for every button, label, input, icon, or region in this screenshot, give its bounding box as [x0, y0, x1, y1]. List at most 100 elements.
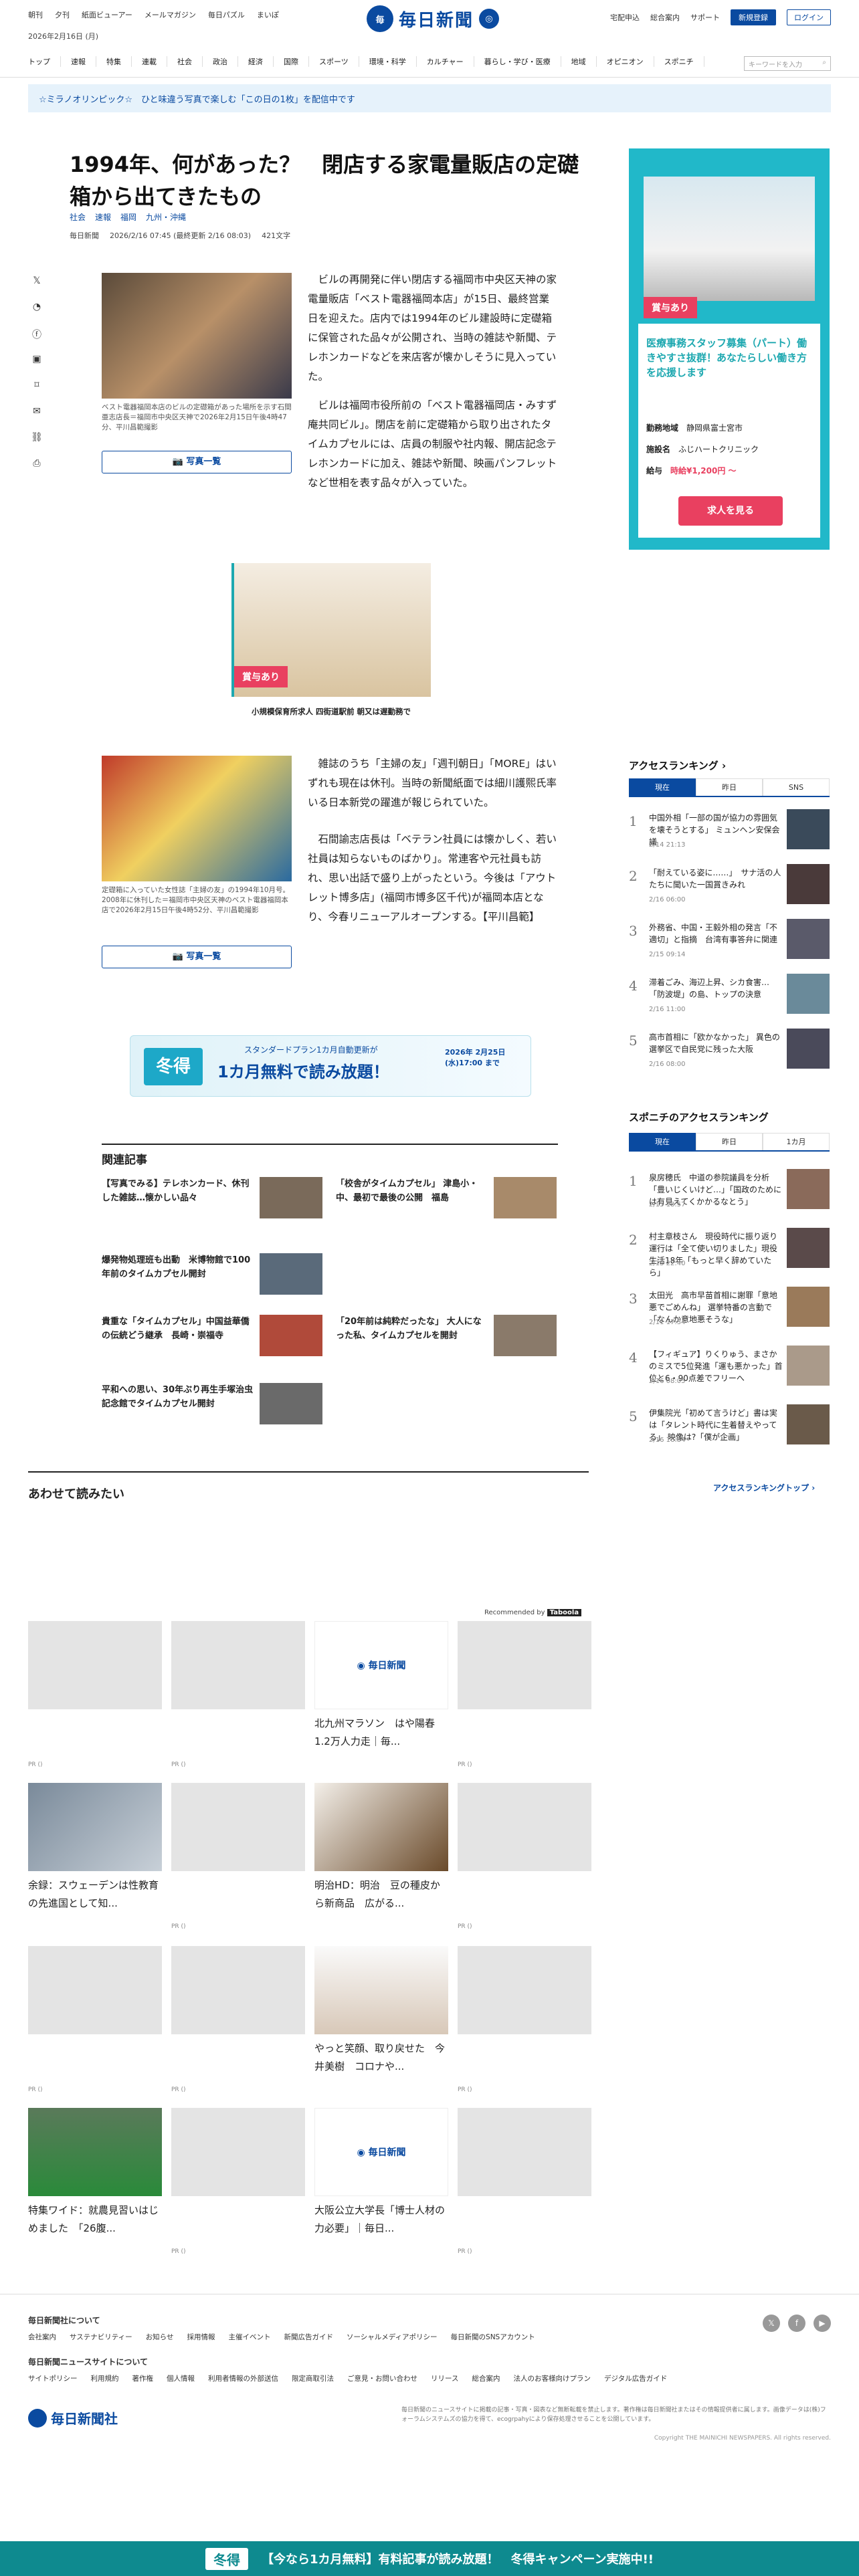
tag[interactable]: 福岡 [120, 211, 136, 223]
link-puzzle[interactable]: 毎日パズル [208, 11, 245, 19]
footer-link[interactable]: 利用規約 [91, 2373, 119, 2383]
ranking-heading[interactable]: アクセスランキング › [629, 758, 726, 772]
related-item[interactable]: 【写真でみる】テレホンカード、休刊した雑誌…懐かしい品々 [102, 1177, 322, 1224]
site-logo[interactable]: 毎 毎日新聞 ◎ [367, 5, 500, 32]
recommend-card[interactable]: PR () [171, 1946, 305, 2093]
x-share-icon[interactable]: 𝕏 [28, 276, 45, 290]
recommend-card[interactable]: PR () [171, 1783, 305, 1930]
youtube-icon[interactable]: ▶ [814, 2315, 831, 2332]
sponichi-item[interactable]: 3 太田光 高市早苗首相に謝罪「意地悪でごめんね」 選挙特番の言動で「なんか意地悪… [629, 1287, 830, 1332]
article-photo-2[interactable] [102, 756, 292, 881]
facebook-icon[interactable]: f [788, 2315, 805, 2332]
footer-link[interactable]: 毎日新聞のSNSアカウント [451, 2332, 535, 2342]
footer-link[interactable]: お知らせ [146, 2332, 174, 2342]
ranking-item[interactable]: 1 中国外相「一部の国が協力の雰囲気を壊そうとする」 ミュンヘン安保会議 2/14 … [629, 809, 830, 855]
tag[interactable]: 九州・沖縄 [146, 211, 186, 223]
recommend-card[interactable]: PR () [458, 1946, 591, 2093]
recommend-card[interactable]: PR () [28, 1621, 162, 1768]
nav-item[interactable]: トップ [28, 56, 61, 67]
recommend-card[interactable]: ◉ 毎日新聞 北九州マラソン はや陽春 1.2万人力走｜毎... [314, 1621, 448, 1751]
nav-item[interactable]: 連載 [132, 56, 167, 67]
recommend-card[interactable]: ◉ 毎日新聞 大阪公立大学長「博士人材の力必要」｜毎日... [314, 2108, 448, 2238]
nav-item[interactable]: 暮らし・学び・医療 [474, 56, 561, 67]
link-maipo[interactable]: まいぽ [257, 11, 279, 19]
related-item[interactable]: 「20年前は純粋だったな」 大人になった私、タイムカプセルを開封 [336, 1315, 557, 1362]
nav-item[interactable]: 環境・科学 [359, 56, 417, 67]
link-evening[interactable]: 夕刊 [55, 11, 70, 19]
link-mail[interactable]: メールマガジン [145, 11, 196, 19]
link-delivery[interactable]: 宅配申込 [610, 12, 640, 23]
footer-link[interactable]: サイトポリシー [28, 2373, 78, 2383]
recommend-card[interactable]: PR () [171, 1621, 305, 1768]
signup-button[interactable]: 新規登録 [731, 9, 776, 25]
related-item[interactable]: 爆発物処理班も出動 米博物館で100年前のタイムカプセル開封 [102, 1253, 322, 1300]
recommend-card[interactable]: 余録：スウェーデンは性教育の先進国として知... [28, 1783, 162, 1913]
nav-item[interactable]: 特集 [96, 56, 132, 67]
footer-link[interactable]: 採用情報 [187, 2332, 215, 2342]
footer-logo[interactable]: 毎日新聞社 [28, 2408, 118, 2428]
tab-yesterday[interactable]: 昨日 [696, 778, 763, 796]
hatena-icon[interactable]: ▣ [28, 354, 45, 368]
facebook-icon[interactable]: ⓕ [28, 328, 45, 342]
tab-sns[interactable]: SNS [763, 778, 830, 796]
comment-icon[interactable]: ◔ [28, 302, 45, 316]
link-viewer[interactable]: 紙面ビューアー [82, 11, 132, 19]
related-item[interactable]: 貴重な「タイムカプセル」中国益華僑の伝統どう継承 長崎・崇福寺 [102, 1315, 322, 1362]
side-job-ad[interactable]: 賞与あり 医療事務スタッフ募集（パート）働きやすさ抜群！あなたらしい働き方を応援… [629, 148, 830, 550]
footer-link[interactable]: 限定商取引法 [292, 2373, 334, 2383]
tab-yesterday[interactable]: 昨日 [696, 1133, 763, 1150]
inline-job-ad[interactable]: 賞与あり 小規模保育所求人 四街道駅前 朝又は遅勤務で [231, 563, 431, 729]
footer-link[interactable]: 個人情報 [167, 2373, 195, 2383]
search-icon[interactable]: ⌕ [822, 59, 826, 66]
footer-link[interactable]: デジタル広告ガイド [604, 2373, 667, 2383]
search-input[interactable]: キーワードを入力 ⌕ [744, 56, 831, 71]
footer-link[interactable]: 総合案内 [472, 2373, 500, 2383]
tab-month[interactable]: 1カ月 [763, 1133, 830, 1150]
nav-item[interactable]: 社会 [167, 56, 203, 67]
tab-now[interactable]: 現在 [629, 778, 696, 796]
recommend-card[interactable]: PR () [458, 2108, 591, 2255]
ranking-item[interactable]: 5 高市首相に「欧かなかった」 異色の選挙区で自民党に残った大阪 2/16 08:0… [629, 1029, 830, 1074]
recommend-card[interactable]: PR () [28, 1946, 162, 2093]
promo-banner[interactable]: 冬得 スタンダードプラン1カ月自動更新が 1カ月無料で読み放題！ 2026年 2… [130, 1035, 531, 1097]
nav-item[interactable]: 経済 [238, 56, 274, 67]
footer-link[interactable]: サステナビリティー [70, 2332, 132, 2342]
nav-item[interactable]: オピニオン [597, 56, 654, 67]
footer-link[interactable]: 利用者情報の外部送信 [208, 2373, 278, 2383]
tab-now[interactable]: 現在 [629, 1133, 696, 1150]
sponichi-item[interactable]: 1 泉房穂氏 中道の参院議員を分析「豊いじくいけど…」「国政のためには有見えてくか… [629, 1169, 830, 1214]
tag[interactable]: 速報 [95, 211, 111, 223]
link-morning[interactable]: 朝刊 [28, 11, 43, 19]
related-item[interactable]: 「校舎がタイムカプセル」 津島小・中、最初で最後の公開 福島 [336, 1177, 557, 1224]
util-links[interactable]: 朝刊 夕刊 紙面ビューアー メールマガジン 毎日パズル まいぽ [28, 9, 291, 20]
recommend-card[interactable]: PR () [458, 1621, 591, 1768]
taboola-credit[interactable]: Recommended by Taboola [484, 1609, 582, 1616]
recommend-card[interactable]: PR () [458, 1783, 591, 1930]
recommend-card[interactable]: 特集ワイド：就農見習いはじめました 「26腹... [28, 2108, 162, 2238]
photo-list-button-2[interactable]: 📷 写真一覧 [102, 946, 292, 968]
footer-link[interactable]: 主催イベント [228, 2332, 270, 2342]
footer-link[interactable]: 会社案内 [28, 2332, 56, 2342]
nav-item[interactable]: 地域 [561, 56, 597, 67]
nav-item[interactable]: スポーツ [309, 56, 359, 67]
tag[interactable]: 社会 [70, 211, 86, 223]
nav-item[interactable]: カルチャー [417, 56, 474, 67]
footer-link[interactable]: リリース [431, 2373, 458, 2383]
footer-link[interactable]: 著作権 [132, 2373, 154, 2383]
related-item[interactable]: 平和への思い、30年ぶり再生手塚治虫記念館でタイムカプセル開封 [102, 1383, 322, 1430]
nav-item[interactable]: スポニチ [654, 56, 704, 67]
footer-link[interactable]: ご意見・お問い合わせ [347, 2373, 417, 2383]
x-icon[interactable]: 𝕏 [763, 2315, 780, 2332]
sponichi-item[interactable]: 2 村主章枝さん 現役時代に振り返り運行は「全て使い切りました」現役生活18年「も… [629, 1228, 830, 1277]
side-ad-cta-button[interactable]: 求人を見る [678, 496, 783, 526]
ranking-item[interactable]: 3 外務省、中国・王毅外相の発言「不適切」と指摘 台湾有事答弁に関連 2/15 09… [629, 919, 830, 964]
nav-item[interactable]: 政治 [203, 56, 238, 67]
link-icon[interactable]: ⛓ [28, 432, 45, 447]
ranking-top-link[interactable]: アクセスランキングトップ › [713, 1482, 815, 1493]
ranking-item[interactable]: 2 「耐えている姿に……」 サナ活の人たちに聞いた一国賞きみれ 2/16 06:00 [629, 864, 830, 909]
print-icon[interactable]: ⎙ [28, 458, 45, 473]
sponichi-item[interactable]: 5 伊集院光「初めて言うけど」書は実は「タレント時代に生着替えやってる」 映像は?… [629, 1404, 830, 1450]
bottom-campaign-bar[interactable]: 冬得 【今なら1カ月無料】有料記事が読み放題！ 冬得キャンペーン実施中!! [0, 2541, 859, 2576]
footer-link[interactable]: ソーシャルメディアポリシー [347, 2332, 438, 2342]
footer-link[interactable]: 法人のお客様向けプラン [513, 2373, 591, 2383]
